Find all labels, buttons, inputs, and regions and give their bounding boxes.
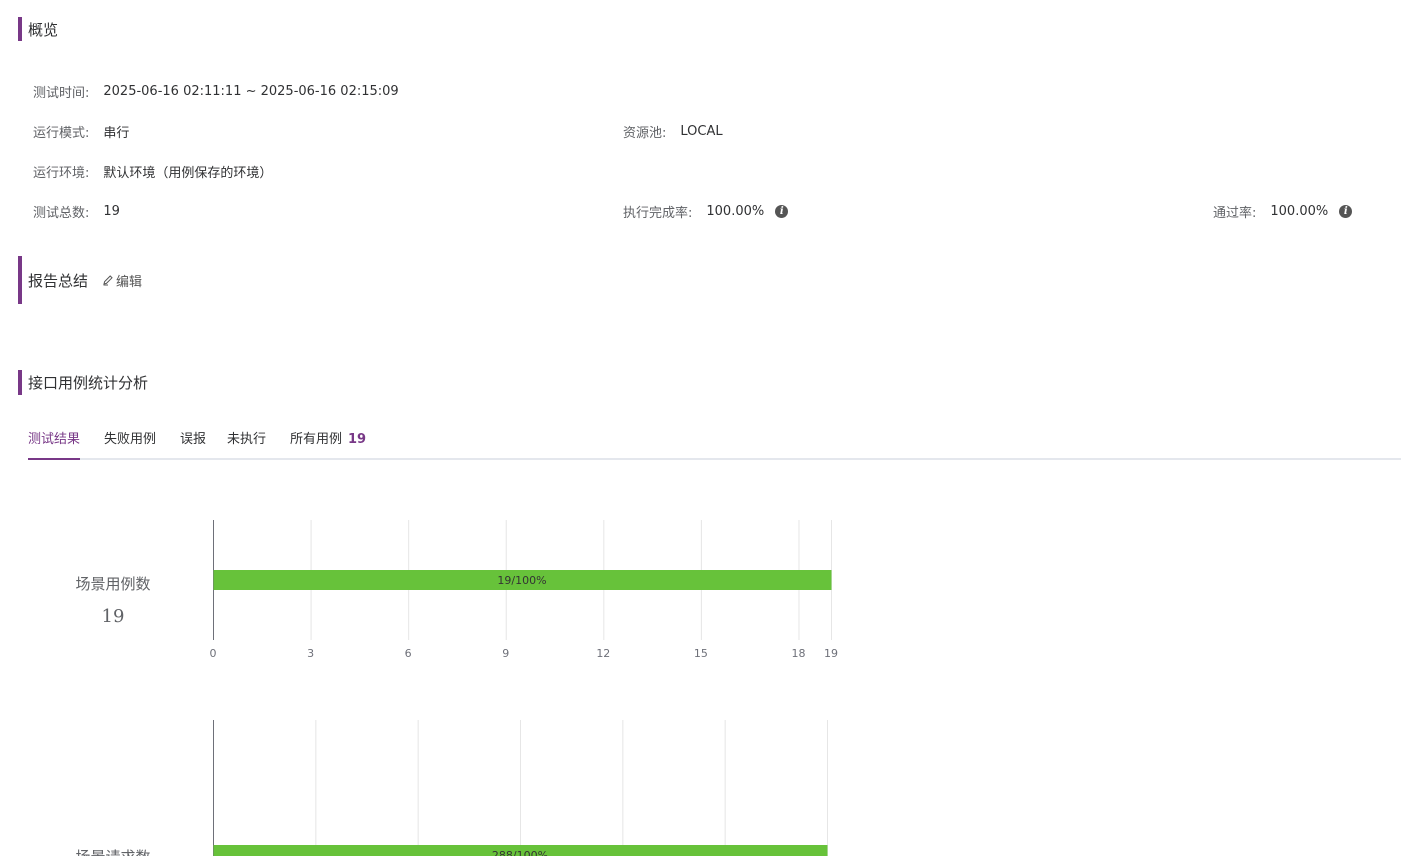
x-tick-label: 3 — [307, 647, 314, 660]
pass-rate-info-icon[interactable]: i — [1339, 205, 1353, 218]
x-tick-label: 6 — [405, 647, 412, 660]
resource-pool-label: 资源池: — [623, 126, 667, 141]
edit-summary-button[interactable]: 编辑 — [102, 271, 142, 290]
total-value: 19 — [103, 204, 120, 219]
run-mode-row: 运行模式: 串行 — [33, 122, 129, 141]
x-tick-label: 0 — [210, 647, 217, 660]
completion-row: 执行完成率: 100.00% i — [623, 202, 789, 221]
test-time-value: 2025-06-16 02:11:11 ~ 2025-06-16 02:15:0… — [103, 84, 399, 99]
run-mode-label: 运行模式: — [33, 126, 90, 141]
chart-1-value: 19 — [101, 606, 125, 627]
summary-title: 报告总结 编辑 — [18, 256, 142, 304]
total-row: 测试总数: 19 — [33, 202, 120, 221]
run-env-value: 默认环境（用例保存的环境） — [103, 166, 273, 181]
pencil-icon — [103, 275, 113, 286]
x-tick-label: 12 — [596, 647, 610, 660]
run-env-row: 运行环境: 默认环境（用例保存的环境） — [33, 162, 272, 181]
edit-label: 编辑 — [116, 274, 143, 290]
overview-title: 概览 — [18, 17, 58, 41]
resource-pool-row: 资源池: LOCAL — [623, 122, 723, 141]
tab-label: 未执行 — [227, 432, 267, 447]
x-tick-label: 9 — [502, 647, 509, 660]
tab-label: 失败用例 — [104, 432, 157, 447]
tab-failed-cases[interactable]: 失败用例 — [104, 430, 156, 460]
pass-rate-label: 通过率: — [1213, 206, 1257, 221]
chart-2-title: 场景请求数 — [53, 846, 173, 856]
total-label: 测试总数: — [33, 206, 90, 221]
tab-label: 误报 — [180, 432, 207, 447]
tab-label: 所有用例 — [290, 432, 343, 447]
run-env-label: 运行环境: — [33, 166, 90, 181]
chart-1-title: 场景用例数 — [75, 575, 151, 593]
all-cases-count: 19 — [348, 432, 367, 447]
analysis-title-text: 接口用例统计分析 — [28, 374, 149, 392]
tab-all-cases[interactable]: 所有用例 19 — [290, 430, 366, 460]
test-time-row: 测试时间: 2025-06-16 02:11:11 ~ 2025-06-16 0… — [33, 82, 399, 101]
result-tabs: 测试结果 失败用例 误报 未执行 所有用例 19 — [28, 420, 1401, 460]
scenario-request-chart: 288/100% — [213, 720, 828, 856]
report-page: 概览 测试时间: 2025-06-16 02:11:11 ~ 2025-06-1… — [0, 0, 1401, 856]
analysis-title: 接口用例统计分析 — [18, 370, 148, 395]
test-time-label: 测试时间: — [33, 86, 90, 101]
bar-label: 19/100% — [497, 574, 546, 587]
pass-rate-value: 100.00% — [1270, 204, 1329, 219]
overview-title-text: 概览 — [28, 20, 59, 39]
tab-label: 测试结果 — [28, 432, 81, 447]
completion-value: 100.00% — [706, 204, 765, 219]
tab-test-results[interactable]: 测试结果 — [28, 430, 81, 460]
x-tick-label: 19 — [824, 647, 838, 660]
bar-label: 288/100% — [492, 849, 548, 856]
completion-label: 执行完成率: — [623, 206, 693, 221]
tab-not-executed[interactable]: 未执行 — [227, 430, 266, 460]
x-tick-label: 18 — [791, 647, 805, 660]
pass-rate-row: 通过率: 100.00% i — [1213, 202, 1353, 221]
run-mode-value: 串行 — [103, 126, 130, 141]
summary-title-text: 报告总结 — [28, 271, 89, 290]
scenario-case-chart: 19/100% 0 3 6 9 12 15 18 19 — [210, 520, 838, 660]
tab-false-positive[interactable]: 误报 — [180, 430, 206, 460]
x-tick-label: 15 — [694, 647, 708, 660]
completion-info-icon[interactable]: i — [775, 205, 789, 218]
resource-pool-value: LOCAL — [680, 124, 723, 139]
